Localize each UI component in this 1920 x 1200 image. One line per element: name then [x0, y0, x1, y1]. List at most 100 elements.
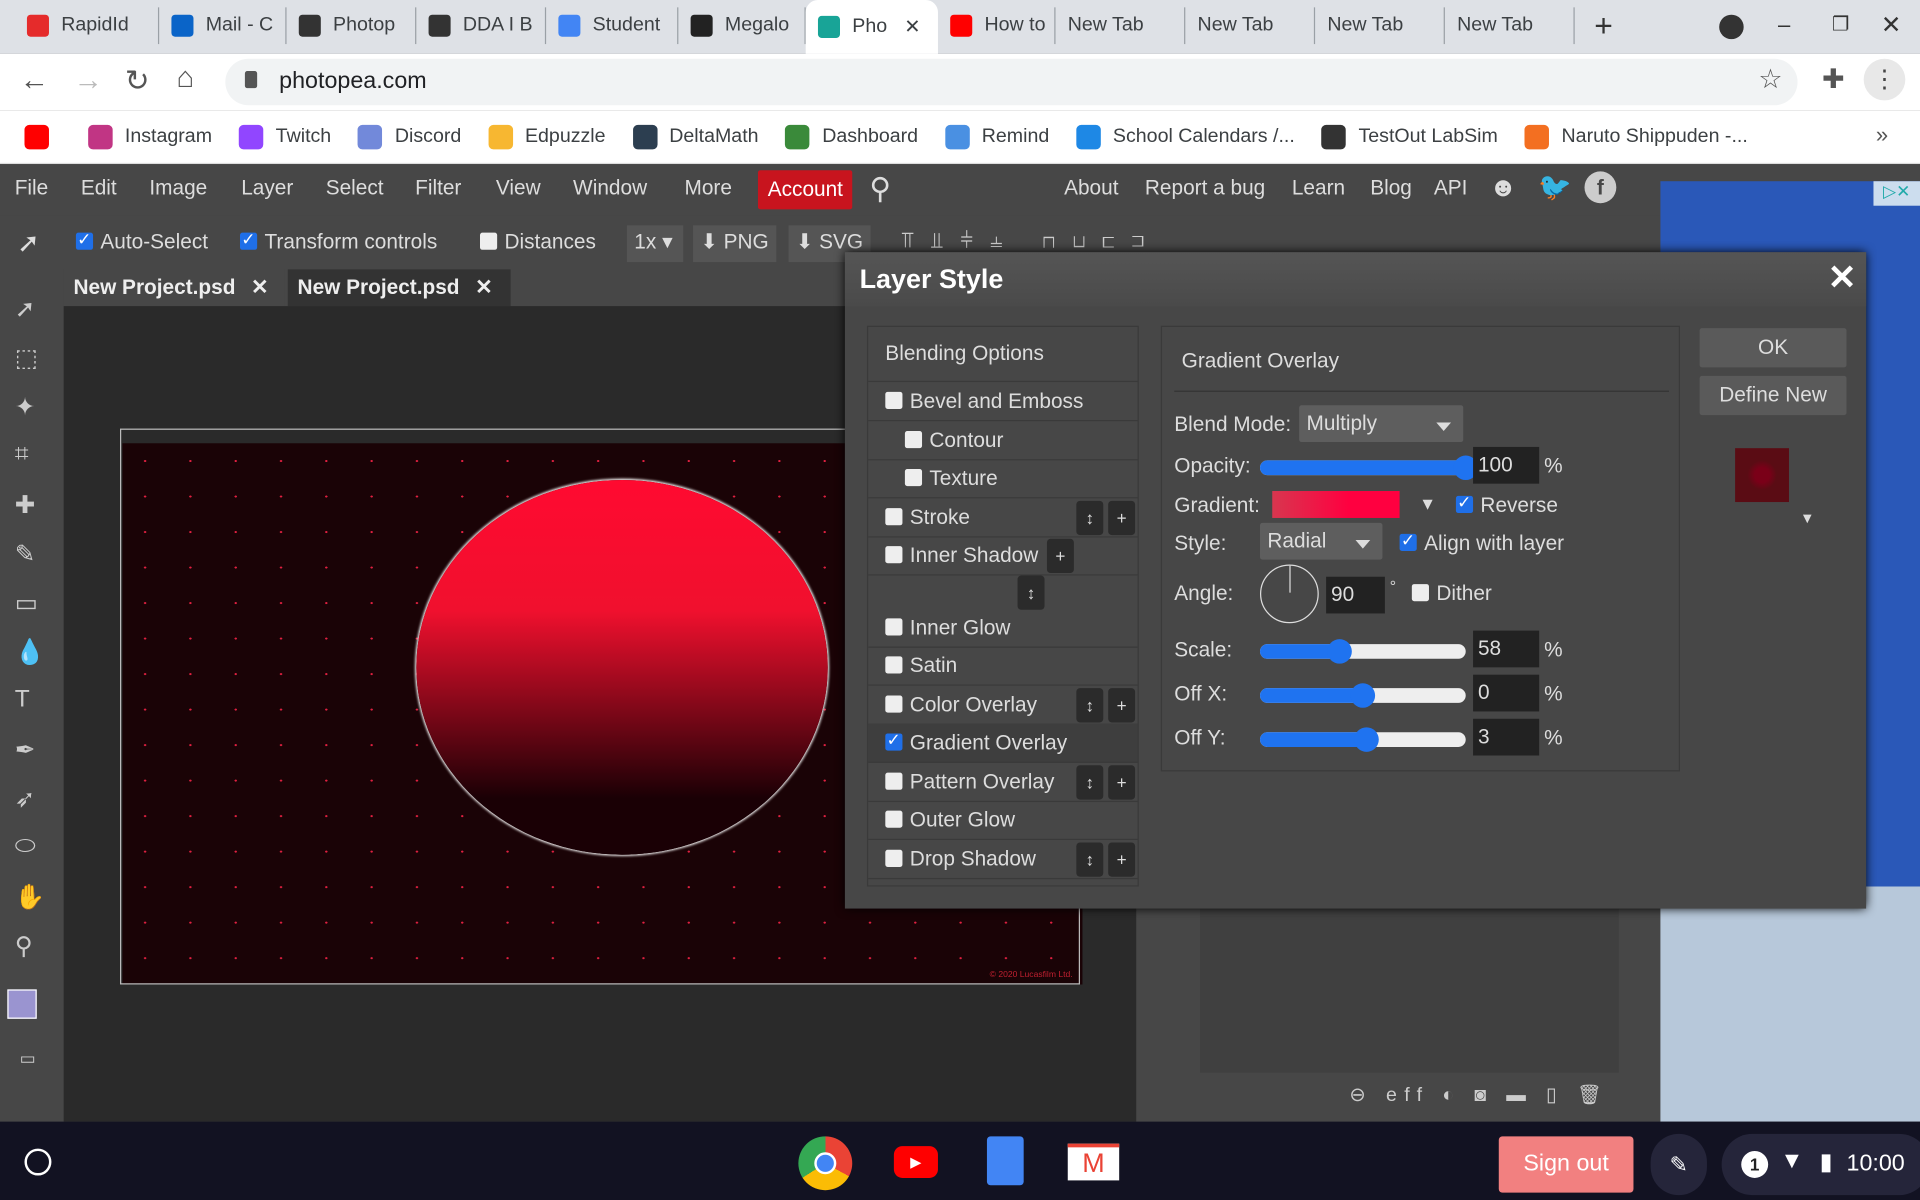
bookmark-item[interactable]: DeltaMath: [632, 124, 759, 149]
zoom-select[interactable]: 1x ▾: [626, 225, 684, 263]
pen-tool-icon[interactable]: ✒: [15, 735, 36, 766]
tab-search-icon[interactable]: [1719, 14, 1744, 40]
style-item-contour[interactable]: Contour: [868, 421, 1138, 461]
stylus-icon[interactable]: ✎: [1650, 1133, 1707, 1196]
dither-checkbox[interactable]: Dither: [1411, 582, 1492, 606]
menu-report-a-bug[interactable]: Report a bug: [1145, 176, 1265, 200]
menu-blog[interactable]: Blog: [1370, 176, 1412, 200]
browser-tab[interactable]: New Tab: [1315, 7, 1445, 45]
style-item-gradient-overlay[interactable]: Gradient Overlay: [868, 723, 1138, 763]
menu-edit[interactable]: Edit: [81, 176, 117, 200]
forward-icon[interactable]: →: [73, 64, 102, 98]
facebook-icon[interactable]: f: [1584, 171, 1617, 204]
layers-list[interactable]: [1200, 906, 1619, 1073]
type-tool-icon[interactable]: T: [15, 686, 30, 714]
style-checkbox[interactable]: [885, 810, 903, 828]
add-style-button[interactable]: +: [1046, 538, 1074, 574]
link-icon[interactable]: ⊖: [1349, 1085, 1373, 1106]
style-checkbox[interactable]: [904, 468, 923, 487]
extensions-icon[interactable]: ✚: [1822, 64, 1845, 96]
style-item-blending-options[interactable]: Blending Options: [868, 327, 1138, 383]
add-style-button[interactable]: +: [1108, 765, 1136, 800]
ok-button[interactable]: OK: [1699, 328, 1847, 368]
bookmark-item[interactable]: [24, 124, 61, 149]
close-window-icon[interactable]: ✕: [1881, 10, 1902, 41]
offy-slider[interactable]: [1260, 727, 1466, 752]
menu-image[interactable]: Image: [149, 176, 207, 200]
menu-file[interactable]: File: [15, 176, 49, 200]
hand-tool-icon[interactable]: ✋: [15, 882, 45, 913]
style-item-outer-glow[interactable]: Outer Glow: [868, 801, 1138, 841]
style-checkbox[interactable]: [885, 618, 903, 636]
reorder-button[interactable]: ↕: [1076, 765, 1104, 800]
foreground-color-swatch[interactable]: [7, 989, 37, 1019]
style-checkbox[interactable]: [885, 695, 903, 713]
style-checkbox[interactable]: [885, 656, 903, 674]
style-checkbox[interactable]: [885, 772, 903, 790]
transform-controls-checkbox[interactable]: Transform controls: [240, 229, 437, 254]
close-tab-icon[interactable]: ✕: [904, 15, 920, 39]
reorder-button[interactable]: ↕: [1017, 575, 1045, 610]
align-with-layer-checkbox[interactable]: Align with layer: [1399, 530, 1564, 555]
opacity-input[interactable]: 100: [1473, 446, 1540, 484]
home-icon[interactable]: ⌂: [176, 61, 194, 95]
opacity-slider[interactable]: [1260, 455, 1478, 481]
scale-input[interactable]: 58: [1473, 630, 1540, 668]
blur-tool-icon[interactable]: 💧: [15, 637, 45, 668]
bookmark-item[interactable]: Naruto Shippuden -...: [1524, 124, 1748, 149]
browser-tab[interactable]: DDA I B: [416, 7, 547, 45]
preview-dropdown-icon[interactable]: ▼: [1800, 509, 1815, 526]
reorder-button[interactable]: ↕: [1076, 688, 1104, 723]
style-checkbox[interactable]: [904, 431, 923, 449]
browser-tab[interactable]: New Tab: [1185, 7, 1316, 45]
account-button[interactable]: Account: [757, 170, 853, 210]
menu-learn[interactable]: Learn: [1292, 176, 1345, 200]
style-item-inner-glow[interactable]: Inner Glow: [868, 609, 1138, 648]
folder-icon[interactable]: ▬: [1506, 1085, 1533, 1106]
offx-slider[interactable]: [1260, 683, 1466, 708]
launcher-icon[interactable]: [24, 1148, 52, 1176]
style-item-texture[interactable]: Texture: [868, 459, 1138, 499]
docs-icon[interactable]: [986, 1136, 1024, 1186]
bookmark-item[interactable]: Instagram: [88, 124, 212, 149]
new-layer-icon[interactable]: ▯: [1546, 1085, 1564, 1106]
scale-slider[interactable]: [1260, 639, 1466, 664]
export-png-button[interactable]: ⬇ PNG: [693, 225, 777, 263]
close-doc-icon[interactable]: ✕: [475, 276, 492, 299]
reorder-button[interactable]: ↕: [1076, 842, 1104, 877]
adjustment-icon[interactable]: ◐: [1442, 1085, 1461, 1106]
magic-wand-icon[interactable]: ✦: [15, 392, 36, 423]
more-bookmarks-button[interactable]: »: [1876, 122, 1888, 148]
browser-tab[interactable]: Student: [546, 7, 679, 45]
style-select[interactable]: Radial: [1260, 522, 1383, 560]
style-item-satin[interactable]: Satin: [868, 647, 1138, 686]
youtube-icon[interactable]: ▶: [893, 1146, 938, 1178]
crop-tool-icon[interactable]: ⌗: [15, 441, 29, 469]
distances-checkbox[interactable]: Distances: [480, 230, 596, 254]
angle-dial[interactable]: [1260, 564, 1319, 624]
browser-tab[interactable]: How to: [938, 7, 1056, 45]
bookmark-item[interactable]: Edpuzzle: [488, 124, 606, 149]
doc-tab-1[interactable]: New Project.psd ✕: [63, 269, 285, 307]
path-select-icon[interactable]: ➶: [15, 784, 36, 815]
restore-icon[interactable]: ❐: [1832, 12, 1850, 36]
menu-filter[interactable]: Filter: [415, 176, 461, 200]
bookmark-item[interactable]: TestOut LabSim: [1321, 124, 1498, 149]
browser-tab[interactable]: RapidId: [15, 7, 160, 45]
angle-input[interactable]: 90: [1326, 576, 1385, 614]
style-checkbox[interactable]: [885, 849, 903, 867]
marquee-tool-icon[interactable]: ⬚: [15, 343, 38, 374]
menu-view[interactable]: View: [496, 176, 541, 200]
auto-select-checkbox[interactable]: Auto-Select: [75, 229, 208, 254]
browser-tab[interactable]: Pho ✕: [805, 0, 938, 54]
add-style-button[interactable]: +: [1108, 688, 1136, 723]
style-item-pattern-overlay[interactable]: Pattern Overlay ↕ +: [868, 763, 1138, 803]
reload-icon[interactable]: ↻: [125, 64, 150, 100]
bookmark-item[interactable]: Twitch: [238, 124, 331, 149]
offx-input[interactable]: 0: [1473, 674, 1540, 712]
close-doc-icon[interactable]: ✕: [251, 276, 268, 299]
minimize-icon[interactable]: –: [1778, 12, 1790, 38]
effects-button[interactable]: eff: [1386, 1085, 1429, 1106]
menu-more[interactable]: More: [684, 176, 731, 200]
mask-icon[interactable]: ◙: [1474, 1085, 1493, 1106]
